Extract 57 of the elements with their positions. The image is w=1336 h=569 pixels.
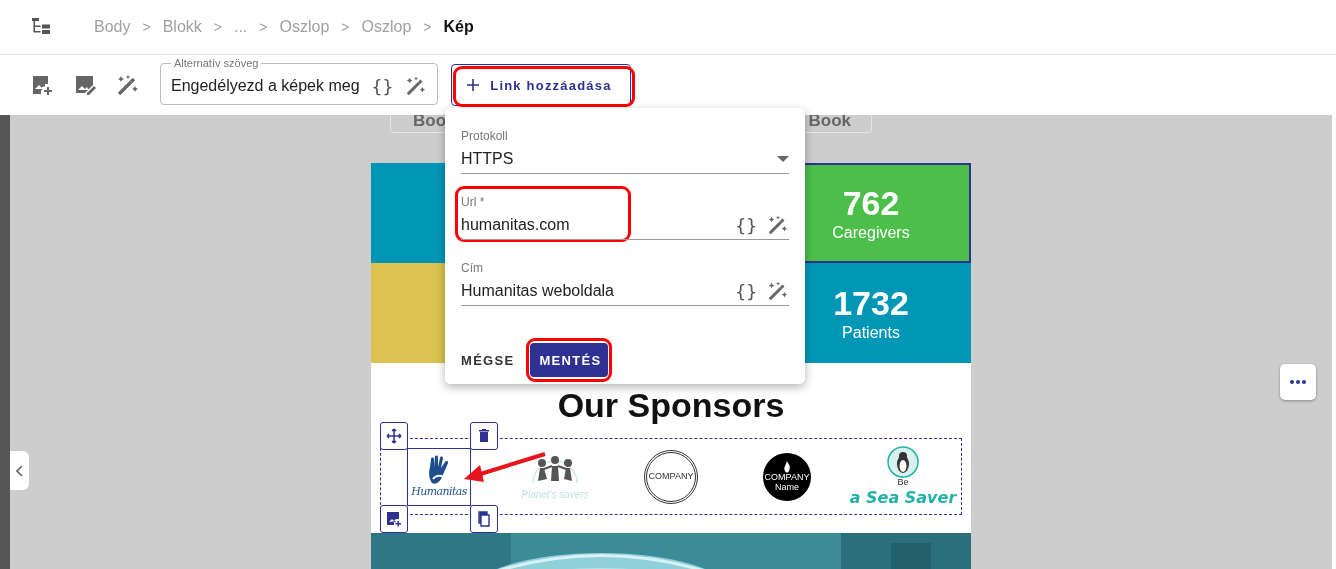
input-field[interactable]: Cím Humanitas weboldala {}: [461, 259, 789, 306]
logo-text: COMPANY: [648, 471, 694, 482]
field-label: Cím: [461, 261, 484, 275]
magic-wand-icon[interactable]: [116, 73, 140, 97]
variable-icon[interactable]: {}: [371, 75, 394, 97]
move-icon[interactable]: [386, 428, 402, 444]
breadcrumb-separator: >: [259, 19, 268, 35]
input-field[interactable]: Url * humanitas.com {}: [461, 193, 789, 240]
move-handle[interactable]: [380, 422, 408, 450]
copy-handle[interactable]: [470, 505, 498, 533]
stat-value: 1732: [833, 284, 909, 322]
field-value: Engedélyezd a képek meg: [171, 77, 360, 95]
flame-icon: [783, 460, 791, 473]
logo-text: a Sea Saver: [849, 487, 957, 507]
more-button[interactable]: [1280, 364, 1316, 400]
logo-text: Be: [897, 478, 909, 488]
delete-handle[interactable]: [470, 422, 498, 450]
image-edit-icon[interactable]: [73, 73, 97, 97]
save-button[interactable]: MENTÉS: [530, 343, 609, 377]
field-label: Protokoll: [461, 129, 509, 143]
chevron-left-icon: [16, 464, 23, 477]
breadcrumb-separator: >: [213, 19, 222, 35]
magic-wand-icon[interactable]: [767, 280, 789, 302]
stat-label: Patients: [842, 324, 900, 342]
penguin-icon: [887, 446, 919, 479]
field-value: Humanitas weboldala: [461, 281, 615, 301]
field-label: Alternatív szöveg: [173, 57, 260, 70]
alt-text-field[interactable]: Alternatív szöveg Engedélyezd a képek meg {}: [160, 57, 439, 105]
breadcrumb-item[interactable]: Kép: [443, 18, 474, 36]
logo-text: COMPANY: [764, 472, 810, 483]
collapse-tab[interactable]: [10, 451, 29, 490]
plus-icon: [467, 79, 480, 91]
field-label: Url *: [461, 195, 486, 209]
stat-label: Caregivers: [832, 224, 910, 242]
stat-value: 762: [842, 184, 900, 222]
section-heading: Our Sponsors: [556, 385, 786, 425]
delete-icon[interactable]: [476, 428, 492, 444]
field-value: HTTPS: [461, 149, 515, 169]
logo-text: Name: [775, 482, 799, 493]
image-add-icon[interactable]: [386, 511, 402, 527]
variable-icon[interactable]: {}: [735, 214, 757, 236]
more-icon: [1290, 380, 1306, 384]
magic-wand-icon[interactable]: [767, 214, 789, 236]
tree-icon[interactable]: [32, 18, 50, 36]
image-add-icon[interactable]: [30, 73, 54, 97]
variable-icon[interactable]: {}: [735, 280, 757, 302]
cancel-button[interactable]: MÉGSE: [461, 343, 515, 377]
logo-text: Humanitas: [411, 485, 467, 498]
protocol-select[interactable]: Protokoll HTTPS: [461, 127, 789, 174]
breadcrumb-separator: >: [142, 19, 151, 35]
image-add-handle[interactable]: [380, 505, 408, 533]
magic-wand-icon[interactable]: [405, 75, 428, 97]
copy-icon[interactable]: [476, 511, 492, 527]
logo-text: Planet's savers: [521, 489, 589, 500]
breadcrumb-separator: >: [341, 19, 350, 35]
field-value: humanitas.com: [461, 215, 571, 235]
breadcrumb-separator: >: [423, 19, 432, 35]
